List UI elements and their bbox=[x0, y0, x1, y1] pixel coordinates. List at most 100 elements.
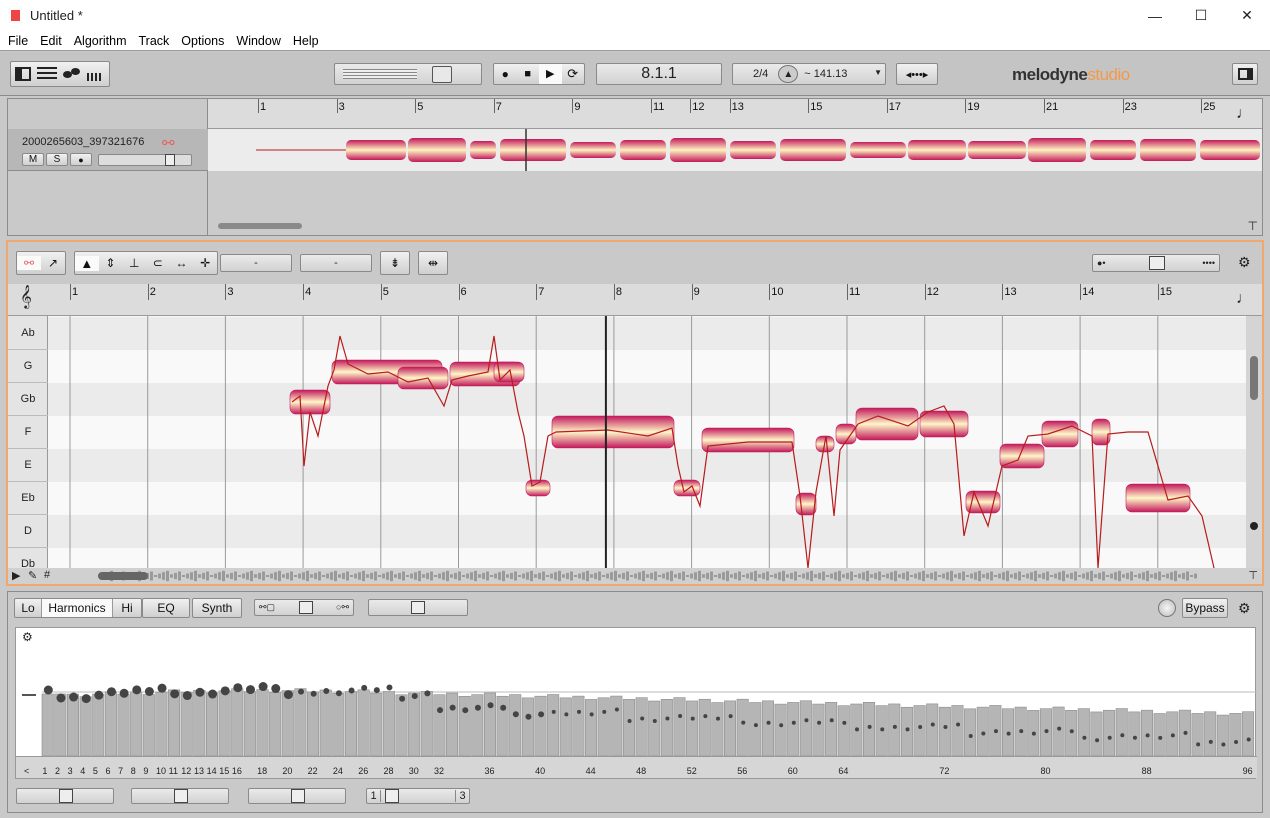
output-knob[interactable] bbox=[1158, 599, 1176, 617]
time-signature[interactable]: 2/4 bbox=[753, 68, 768, 80]
clef-icon[interactable]: 𝄞 bbox=[20, 286, 32, 309]
editor-note-value-icon[interactable]: ♩ bbox=[1236, 290, 1252, 308]
footer-slider-1-handle[interactable] bbox=[59, 789, 73, 803]
select-tool-icon[interactable]: ▲ bbox=[74, 255, 99, 271]
track-volume-handle[interactable] bbox=[165, 154, 175, 166]
track-volume-slider[interactable] bbox=[98, 154, 192, 166]
mode-handle[interactable] bbox=[298, 601, 313, 614]
stop-button[interactable]: ■ bbox=[517, 68, 540, 80]
solo-button[interactable]: S bbox=[46, 153, 68, 166]
notes-layer[interactable] bbox=[48, 316, 1246, 568]
note-info-field-2[interactable]: - bbox=[300, 254, 372, 272]
menu-options[interactable]: Options bbox=[175, 34, 230, 48]
harmonics-display[interactable]: ⚙ <1 2 3 4 5 6 7 8 9 10 11 12 13 14 15 16 18 20 22 24 26 28 30… bbox=[15, 627, 1257, 779]
pitch-tool-icon[interactable]: ⇕ bbox=[99, 256, 123, 270]
amplitude-tool-icon[interactable]: ⊂ bbox=[146, 256, 170, 270]
time-tool-icon[interactable]: ↔ bbox=[170, 256, 194, 270]
inspector-toggle-button[interactable] bbox=[1232, 63, 1258, 85]
footer-slider-2-handle[interactable] bbox=[174, 789, 188, 803]
quantize-time-button[interactable]: ⇹ bbox=[418, 251, 448, 275]
bypass-button[interactable]: Bypass bbox=[1182, 598, 1228, 618]
maximize-button[interactable]: ☐ bbox=[1178, 0, 1224, 31]
tab-eq[interactable]: EQ bbox=[142, 598, 190, 618]
track-header[interactable]: 2000265603_397321676 ⚯ M S ● bbox=[8, 129, 208, 171]
pitch-label[interactable]: F bbox=[8, 416, 48, 449]
tab-hi[interactable]: Hi bbox=[113, 601, 141, 615]
tempo-display[interactable]: 2/4 ▲ ~ 141.13 ▼ bbox=[732, 63, 886, 85]
play-from-icon[interactable]: ▶ bbox=[12, 569, 20, 582]
arrange-ruler[interactable]: 1 3 5 7 9 11 12 13 15 17 19 21 23 25 ♩ bbox=[208, 99, 1262, 129]
tab-harmonics[interactable]: Harmonics bbox=[41, 599, 113, 617]
pitch-label[interactable]: D bbox=[8, 515, 48, 548]
pitch-ruler[interactable]: Ab G Gb F E Eb D Db bbox=[8, 316, 48, 581]
note-grid[interactable] bbox=[48, 316, 1246, 568]
note-value-icon[interactable]: ♩ bbox=[1236, 105, 1252, 123]
master-volume-slider[interactable] bbox=[334, 63, 482, 85]
footer-zoom-icon[interactable]: ⊤ bbox=[1248, 569, 1258, 582]
vertical-scroll-thumb[interactable] bbox=[1250, 356, 1258, 400]
menu-help[interactable]: Help bbox=[287, 34, 325, 48]
panel-layout-icon[interactable] bbox=[15, 67, 31, 81]
note-info-field-1[interactable]: - bbox=[220, 254, 292, 272]
vertical-zoom-handle[interactable] bbox=[1250, 522, 1258, 530]
quantize-pitch-button[interactable]: ⇟ bbox=[380, 251, 410, 275]
overview-waveform[interactable] bbox=[98, 568, 1198, 584]
close-button[interactable]: ✕ bbox=[1224, 0, 1270, 31]
grid-icon[interactable]: # bbox=[44, 569, 50, 581]
menu-file[interactable]: File bbox=[2, 34, 34, 48]
pitch-label[interactable]: Gb bbox=[8, 383, 48, 416]
tab-synth[interactable]: Synth bbox=[192, 598, 242, 618]
pitch-label[interactable]: G bbox=[8, 350, 48, 383]
record-button[interactable]: ● bbox=[494, 67, 517, 81]
menu-algorithm[interactable]: Algorithm bbox=[68, 34, 133, 48]
harmonic-blend-slider[interactable] bbox=[368, 599, 468, 616]
note-mode-icon[interactable]: ⚯ bbox=[17, 256, 41, 270]
stepper-max[interactable]: 3 bbox=[455, 790, 469, 802]
metronome-icon[interactable]: ▲ bbox=[778, 65, 799, 83]
blob-size-handle[interactable] bbox=[1149, 256, 1165, 270]
stepper-handle[interactable] bbox=[385, 789, 399, 803]
blend-handle[interactable] bbox=[411, 601, 425, 614]
blob-size-slider[interactable]: ●• •••• bbox=[1092, 254, 1220, 272]
harmonic-mode-slider[interactable]: ⚯▢ ○⚯ bbox=[254, 599, 354, 616]
separation-tool-icon[interactable]: ✛ bbox=[193, 256, 217, 270]
play-button[interactable]: ▶ bbox=[539, 64, 562, 84]
minimize-button[interactable]: — bbox=[1132, 0, 1178, 31]
horizontal-scrollbar[interactable] bbox=[218, 223, 302, 229]
formant-tool-icon[interactable]: ⊥ bbox=[122, 256, 146, 270]
pitch-label[interactable]: Eb bbox=[8, 482, 48, 515]
tempo-value[interactable]: ~ 141.13 bbox=[804, 68, 847, 80]
tool-mode-icon[interactable]: ↗ bbox=[41, 256, 65, 270]
footer-slider-3-handle[interactable] bbox=[291, 789, 305, 803]
sound-settings-icon[interactable]: ⚙ bbox=[1238, 600, 1251, 617]
track-name[interactable]: 2000265603_397321676 bbox=[22, 136, 144, 148]
pitch-label[interactable]: E bbox=[8, 449, 48, 482]
menu-track[interactable]: Track bbox=[133, 34, 176, 48]
menu-window[interactable]: Window bbox=[230, 34, 286, 48]
arrange-empty-area[interactable]: ⊤ bbox=[208, 171, 1262, 235]
record-arm-button[interactable]: ● bbox=[70, 153, 92, 166]
menu-edit[interactable]: Edit bbox=[34, 34, 68, 48]
track-waveform[interactable] bbox=[208, 129, 1262, 171]
zoom-icon[interactable]: ⊤ bbox=[1248, 219, 1258, 233]
loop-button[interactable]: ⟳ bbox=[562, 66, 585, 82]
tab-lo[interactable]: Lo bbox=[15, 601, 41, 615]
mute-button[interactable]: M bbox=[22, 153, 44, 166]
tempo-detect-button[interactable]: ◂•••▸ bbox=[896, 63, 938, 85]
scrub-icon[interactable]: ✎ bbox=[28, 569, 37, 582]
spectrum-icon[interactable] bbox=[87, 67, 105, 81]
editor-vertical-zoom[interactable] bbox=[1246, 316, 1262, 568]
pitch-label[interactable]: Ab bbox=[8, 317, 48, 350]
editor-settings-icon[interactable]: ⚙ bbox=[1238, 254, 1251, 271]
position-display[interactable]: 8.1.1 bbox=[596, 63, 722, 85]
footer-slider-2[interactable] bbox=[131, 788, 229, 804]
track-lane[interactable] bbox=[208, 129, 1262, 171]
footer-slider-1[interactable] bbox=[16, 788, 114, 804]
footer-slider-3[interactable] bbox=[248, 788, 346, 804]
editor-ruler[interactable]: 𝄞 1 2 3 4 5 6 7 8 9 10 11 12 13 14 15 ♩ bbox=[8, 284, 1262, 316]
mixer-icon[interactable] bbox=[37, 67, 57, 81]
harmonic-range-stepper[interactable]: 1 3 bbox=[366, 788, 470, 804]
stepper-min[interactable]: 1 bbox=[367, 790, 381, 802]
volume-handle[interactable] bbox=[432, 66, 452, 83]
blobs-icon[interactable] bbox=[63, 68, 81, 80]
